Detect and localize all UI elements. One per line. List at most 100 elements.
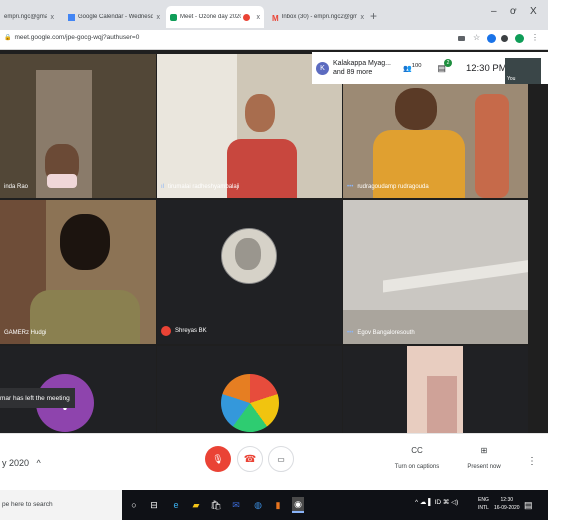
present-button[interactable]: ⊞ Present now bbox=[462, 446, 506, 470]
more-options-icon[interactable]: ⋮ bbox=[527, 456, 537, 467]
speaking-indicator-icon: ••• bbox=[347, 184, 354, 190]
participant-name: ••• rudragoudamp rudragouda bbox=[347, 184, 429, 190]
participant-name: Shreyas BK bbox=[161, 326, 207, 336]
calendar-favicon-icon bbox=[68, 13, 75, 21]
meeting-controls-bar: y 2020 ^ 🎙 ☎ ▭ CC Turn on captions ⊞ Pre… bbox=[0, 433, 548, 490]
video-feed bbox=[157, 54, 237, 198]
gmail-favicon-icon: M bbox=[272, 13, 279, 23]
recording-indicator-icon bbox=[242, 13, 250, 21]
extension-icon[interactable] bbox=[487, 34, 496, 43]
participant-avatar: K bbox=[316, 61, 329, 75]
speaking-indicator-icon: ıl bbox=[161, 184, 164, 190]
chat-button[interactable]: ▤ 2 bbox=[437, 58, 452, 74]
maximize-button[interactable]: ơ bbox=[510, 6, 517, 17]
store-icon[interactable]: 🛍 bbox=[210, 499, 222, 511]
participants-button[interactable]: 👥100 bbox=[403, 63, 421, 72]
task-view-icon[interactable]: ⊟ bbox=[148, 499, 160, 511]
tab-gmail-inbox[interactable]: M Inbox (30) - empri.ngc2@gmail.c x bbox=[268, 6, 368, 28]
mail-icon[interactable]: ✉ bbox=[230, 499, 242, 511]
system-tray[interactable]: ^ ☁ ▌ ID ⌘ ◁) bbox=[415, 498, 458, 506]
leave-call-button[interactable]: ☎ bbox=[237, 446, 263, 472]
star-icon[interactable]: ☆ bbox=[473, 33, 482, 42]
camera-toggle-button[interactable]: ▭ bbox=[268, 446, 294, 472]
video-feed bbox=[427, 376, 457, 433]
participant-tile[interactable]: GAMERz Hudgi bbox=[0, 200, 156, 344]
participant-tile[interactable]: inda Rao bbox=[0, 54, 156, 198]
menu-icon[interactable]: ⋮ bbox=[531, 33, 540, 42]
tab-close-icon[interactable]: x bbox=[257, 14, 261, 21]
chrome-icon[interactable]: ◉ bbox=[292, 497, 304, 513]
participant-name: GAMERz Hudgi bbox=[4, 330, 46, 336]
video-feed bbox=[60, 214, 110, 270]
camera-icon[interactable] bbox=[458, 36, 465, 41]
left-meeting-notice: mar has left the meeting bbox=[0, 388, 75, 408]
participant-name-label: rudragoudamp rudragouda bbox=[357, 184, 429, 190]
office-icon[interactable]: ▮ bbox=[272, 499, 284, 511]
participant-tile[interactable]: ••• Egov Bangaloresouth bbox=[343, 200, 528, 344]
meet-video-grid: inda Rao ıl tirumalai radheshyambalaji ••… bbox=[0, 50, 548, 433]
meet-favicon-icon bbox=[170, 13, 177, 21]
captions-label: Turn on captions bbox=[394, 464, 440, 470]
face-mask bbox=[47, 174, 77, 188]
new-tab-button[interactable]: + bbox=[370, 9, 377, 23]
url-text: meet.google.com/jpe-gocg-wqj?authuser=0 bbox=[14, 34, 140, 41]
tab-close-icon[interactable]: x bbox=[361, 14, 365, 21]
speaking-indicator-icon: ••• bbox=[347, 330, 354, 336]
app-icon[interactable]: ◍ bbox=[252, 499, 264, 511]
clock-time: 12:30 bbox=[500, 497, 514, 503]
tab-meet[interactable]: Meet - Ozone day 2020 x bbox=[166, 6, 264, 28]
tab-close-icon[interactable]: x bbox=[51, 14, 55, 21]
notice-text: mar has left the meeting bbox=[0, 394, 70, 402]
meeting-details-button[interactable]: y 2020 ^ bbox=[2, 458, 41, 468]
mic-toggle-button[interactable]: 🎙 bbox=[205, 446, 231, 472]
video-feed bbox=[475, 94, 509, 198]
search-icon[interactable]: ○ bbox=[128, 499, 140, 511]
participant-name-label: Shreyas BK bbox=[175, 328, 207, 334]
participant-tile[interactable]: ••• rudragoudamp rudragouda bbox=[343, 84, 528, 198]
meeting-title: y 2020 bbox=[2, 458, 30, 468]
language-indicator[interactable]: ENG INTL bbox=[478, 496, 489, 512]
participant-name: ••• Egov Bangaloresouth bbox=[347, 330, 415, 336]
close-window-button[interactable]: X bbox=[530, 6, 537, 17]
tab-title: Inbox (30) - empri.ngc2@gmail.c bbox=[281, 14, 357, 20]
present-icon: ⊞ bbox=[480, 446, 488, 455]
edge-icon[interactable]: e bbox=[170, 499, 182, 511]
chevron-up-icon: ^ bbox=[36, 458, 41, 468]
taskbar-clock[interactable]: 12:30 16-09-2020 bbox=[494, 496, 520, 512]
puzzle-icon[interactable] bbox=[501, 35, 508, 42]
tab-gmail-1[interactable]: empri.ngc@gmail.co x bbox=[0, 6, 58, 28]
profile-avatar[interactable] bbox=[515, 34, 524, 43]
video-feed bbox=[343, 310, 528, 344]
notification-icon[interactable]: ▤ bbox=[524, 500, 533, 511]
tab-close-icon[interactable]: x bbox=[157, 14, 161, 21]
participant-tile[interactable]: Shreyas BK bbox=[157, 200, 342, 344]
participant-name-label: Egov Bangaloresouth bbox=[357, 330, 415, 336]
minimize-button[interactable]: – bbox=[491, 6, 497, 17]
file-explorer-icon[interactable]: ▰ bbox=[190, 499, 202, 511]
participant-tile[interactable] bbox=[157, 346, 342, 433]
avatar bbox=[235, 238, 261, 270]
participant-name-label: inda Rao bbox=[4, 184, 29, 190]
participant-name: inda Rao bbox=[4, 184, 28, 190]
self-label: You bbox=[507, 76, 516, 82]
mic-off-icon: 🎙 bbox=[212, 453, 224, 464]
avatar bbox=[221, 374, 279, 432]
windows-taskbar: pe here to search ○ ⊟ e ▰ 🛍 ✉ ◍ ▮ ◉ ^ ☁ … bbox=[0, 490, 548, 520]
video-feed bbox=[395, 88, 437, 130]
taskbar-search-box[interactable]: pe here to search bbox=[0, 490, 122, 520]
tab-title: Meet - Ozone day 2020 bbox=[180, 14, 241, 20]
participant-tile[interactable] bbox=[343, 346, 528, 433]
captions-icon: CC bbox=[411, 446, 423, 455]
browser-tab-bar: empri.ngc@gmail.co x Google Calendar - W… bbox=[0, 0, 548, 30]
self-view-thumbnail[interactable]: You bbox=[505, 58, 541, 84]
url-field[interactable]: 🔒 meet.google.com/jpe-gocg-wqj?authuser=0 bbox=[4, 34, 139, 41]
mic-off-icon bbox=[161, 326, 171, 336]
clock-date: 16-09-2020 bbox=[494, 505, 520, 511]
captions-button[interactable]: CC Turn on captions bbox=[392, 446, 442, 470]
participant-name: ıl tirumalai radheshyambalaji bbox=[161, 184, 239, 190]
meeting-time: 12:30 PM bbox=[465, 62, 507, 74]
lock-icon: 🔒 bbox=[4, 35, 12, 41]
language-layout: INTL bbox=[478, 505, 489, 511]
video-feed bbox=[245, 94, 275, 132]
tab-google-calendar[interactable]: Google Calendar - Wednesday, 1 x bbox=[64, 6, 164, 28]
